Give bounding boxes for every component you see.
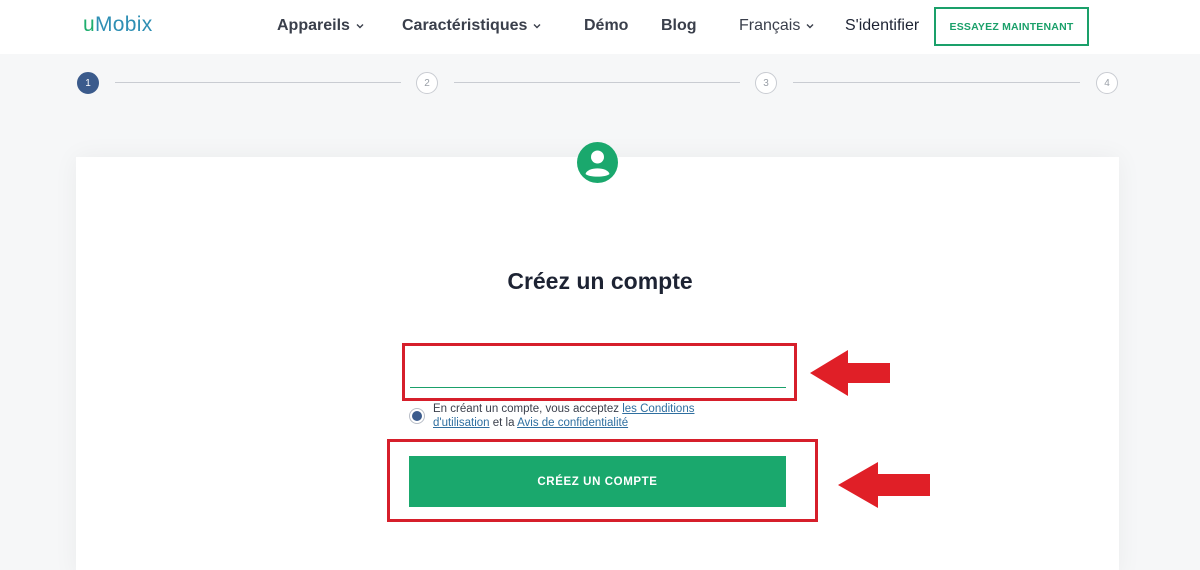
highlight-box-button bbox=[387, 439, 818, 522]
umobix-logo[interactable]: uMobix bbox=[83, 13, 153, 37]
nav-blog[interactable]: Blog bbox=[661, 17, 697, 35]
highlight-box-email bbox=[402, 343, 797, 401]
logo-u: u bbox=[83, 13, 95, 36]
user-circle-icon bbox=[577, 142, 618, 183]
try-now-button[interactable]: ESSAYEZ MAINTENANT bbox=[934, 7, 1089, 46]
chevron-down-icon bbox=[355, 21, 365, 31]
page-title: Créez un compte bbox=[507, 268, 693, 294]
step-3: 3 bbox=[755, 72, 777, 94]
nav-blog-label: Blog bbox=[661, 17, 697, 34]
terms-radio[interactable] bbox=[409, 408, 425, 424]
step-2: 2 bbox=[416, 72, 438, 94]
step-1: 1 bbox=[77, 72, 99, 94]
top-header: uMobix Appareils Caractéristiques Démo B… bbox=[0, 0, 1200, 54]
red-arrow-left-icon bbox=[810, 350, 890, 396]
red-arrow-left-icon bbox=[838, 462, 930, 508]
privacy-notice-link[interactable]: Avis de confidentialité bbox=[517, 417, 628, 429]
signin-label: S'identifier bbox=[845, 17, 920, 34]
terms-prefix: En créant un compte, vous acceptez bbox=[433, 403, 620, 415]
nav-features[interactable]: Caractéristiques bbox=[402, 17, 542, 35]
nav-demo[interactable]: Démo bbox=[584, 17, 628, 35]
terms-text: En créant un compte, vous acceptez les C… bbox=[433, 403, 753, 430]
chevron-down-icon bbox=[532, 21, 542, 31]
step-connector bbox=[454, 82, 740, 83]
language-selector[interactable]: Français bbox=[739, 17, 815, 35]
logo-mobix: Mobix bbox=[94, 13, 153, 36]
nav-demo-label: Démo bbox=[584, 17, 629, 34]
step-connector bbox=[115, 82, 401, 83]
step-4: 4 bbox=[1096, 72, 1118, 94]
try-now-label: ESSAYEZ MAINTENANT bbox=[949, 20, 1074, 33]
nav-features-label: Caractéristiques bbox=[402, 17, 528, 34]
nav-devices-label: Appareils bbox=[277, 17, 350, 34]
signin-link[interactable]: S'identifier bbox=[845, 17, 919, 35]
step-connector bbox=[793, 82, 1080, 83]
terms-middle: et la bbox=[492, 416, 515, 429]
language-label: Français bbox=[739, 17, 801, 34]
chevron-down-icon bbox=[805, 21, 815, 31]
nav-devices[interactable]: Appareils bbox=[277, 17, 365, 35]
